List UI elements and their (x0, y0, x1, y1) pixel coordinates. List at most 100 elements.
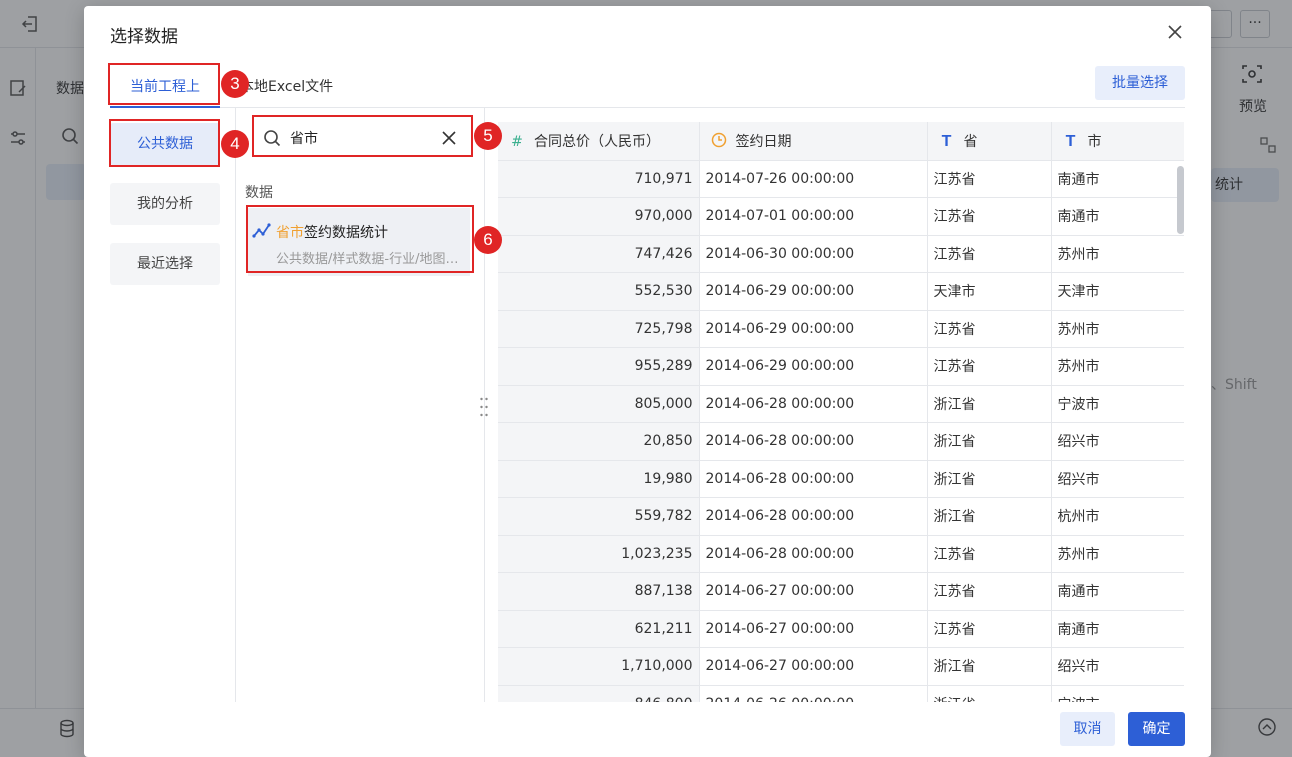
table-cell: 710,971 (498, 160, 700, 198)
table-row: 955,289 2014-06-29 00:00:00 江苏省 苏州市 (498, 347, 1184, 386)
table-row: 19,980 2014-06-28 00:00:00 浙江省 绍兴市 (498, 460, 1184, 498)
annotation-marker-4: 4 (221, 130, 249, 158)
search-result-item[interactable]: 省市签约数据统计 公共数据/样式数据-行业/地图数据 (248, 208, 470, 276)
table-cell: 2014-07-26 00:00:00 (699, 160, 928, 198)
table-row: 1,710,000 2014-06-27 00:00:00 浙江省 绍兴市 (498, 647, 1184, 686)
table-cell: 南通市 (1051, 610, 1184, 648)
column-label: 签约日期 (735, 133, 792, 150)
column-label: 省 (963, 133, 978, 150)
table-row: 710,971 2014-07-26 00:00:00 江苏省 南通市 (498, 160, 1184, 198)
table-row: 747,426 2014-06-30 00:00:00 江苏省 苏州市 (498, 235, 1184, 273)
table-cell: 747,426 (498, 235, 700, 273)
table-cell: 天津市 (927, 272, 1052, 311)
table-cell: 宁波市 (1051, 385, 1184, 423)
column-header-sign-date[interactable]: 签约日期 (699, 122, 928, 161)
table-cell: 559,782 (498, 497, 700, 536)
table-cell: 江苏省 (927, 197, 1052, 236)
table-cell: 805,000 (498, 385, 700, 423)
table-header-row: # 合同总价（人民币） 签约日期 T省 T市 (498, 122, 1184, 161)
confirm-button[interactable]: 确定 (1128, 712, 1185, 746)
table-cell: 江苏省 (927, 235, 1052, 273)
data-section-label: 数据 (245, 185, 273, 201)
line-chart-icon (252, 222, 272, 240)
table-cell: 887,138 (498, 572, 700, 611)
tab-current-project[interactable]: 当前工程上 (130, 76, 200, 96)
table-cell: 苏州市 (1051, 235, 1184, 273)
table-cell: 江苏省 (927, 160, 1052, 198)
table-row: 846,8002014-06-26 00:00:00浙江省宁波市 (498, 685, 1184, 702)
table-cell: 苏州市 (1051, 535, 1184, 573)
table-cell: 苏州市 (1051, 310, 1184, 348)
search-box (254, 118, 470, 158)
table-cell: 2014-06-28 00:00:00 (699, 385, 928, 423)
table-row: 725,798 2014-06-29 00:00:00 江苏省 苏州市 (498, 310, 1184, 348)
table-row: 1,023,235 2014-06-28 00:00:00 江苏省 苏州市 (498, 535, 1184, 573)
column-header-contract-price[interactable]: # 合同总价（人民币） (498, 122, 700, 161)
table-cell: 970,000 (498, 197, 700, 236)
table-cell: 南通市 (1051, 197, 1184, 236)
table-cell: 江苏省 (927, 347, 1052, 386)
table-cell: 2014-06-27 00:00:00 (699, 647, 928, 686)
source-tabs: 当前工程上 本地Excel文件 (110, 66, 1185, 108)
table-cell: 2014-06-29 00:00:00 (699, 347, 928, 386)
table-cell: 2014-06-28 00:00:00 (699, 497, 928, 536)
table-cell: 846,800 (498, 685, 700, 702)
table-cell: 2014-06-29 00:00:00 (699, 310, 928, 348)
table-row: 805,000 2014-06-28 00:00:00 浙江省 宁波市 (498, 385, 1184, 423)
data-preview-table[interactable]: # 合同总价（人民币） 签约日期 T省 T市 710,971 2014-07-26 … (498, 122, 1184, 702)
text-type-icon: T (941, 132, 952, 150)
table-cell: 绍兴市 (1051, 422, 1184, 461)
close-icon[interactable] (1163, 20, 1187, 44)
table-cell: 浙江省 (927, 685, 1052, 702)
hash-icon: # (511, 133, 523, 150)
table-cell: 2014-06-30 00:00:00 (699, 235, 928, 273)
annotation-marker-6: 6 (474, 226, 502, 254)
dialog-header: 选择数据 (84, 6, 1211, 58)
table-cell: 绍兴市 (1051, 647, 1184, 686)
batch-select-button[interactable]: 批量选择 (1095, 66, 1185, 100)
table-row: 559,782 2014-06-28 00:00:00 浙江省 杭州市 (498, 497, 1184, 536)
table-cell: 苏州市 (1051, 347, 1184, 386)
table-row: 621,211 2014-06-27 00:00:00 江苏省 南通市 (498, 610, 1184, 648)
table-cell: 宁波市 (1051, 685, 1184, 702)
table-cell: 552,530 (498, 272, 700, 311)
table-cell: 2014-06-26 00:00:00 (699, 685, 928, 702)
table-cell: 621,211 (498, 610, 700, 648)
table-cell: 2014-06-27 00:00:00 (699, 572, 928, 611)
table-cell: 杭州市 (1051, 497, 1184, 536)
search-input[interactable] (290, 127, 430, 149)
result-path: 公共数据/样式数据-行业/地图数据 (276, 252, 462, 267)
clear-search-icon[interactable] (440, 129, 458, 147)
text-type-icon: T (1065, 132, 1076, 150)
cancel-button[interactable]: 取消 (1060, 712, 1115, 746)
category-my-analysis[interactable]: 我的分析 (110, 183, 220, 225)
table-cell: 1,710,000 (498, 647, 700, 686)
table-cell: 2014-06-29 00:00:00 (699, 272, 928, 311)
table-cell: 浙江省 (927, 497, 1052, 536)
table-row: 887,138 2014-06-27 00:00:00 江苏省 南通市 (498, 572, 1184, 611)
table-cell: 浙江省 (927, 385, 1052, 423)
table-cell: 2014-06-28 00:00:00 (699, 422, 928, 461)
table-scrollbar[interactable] (1177, 166, 1184, 234)
table-row: 552,530 2014-06-29 00:00:00 天津市 天津市 (498, 272, 1184, 311)
table-cell: 江苏省 (927, 572, 1052, 611)
category-public-data[interactable]: 公共数据 (110, 123, 220, 165)
column-header-province[interactable]: T省 (927, 122, 1052, 161)
annotation-marker-3: 3 (221, 70, 249, 98)
table-cell: 2014-06-28 00:00:00 (699, 535, 928, 573)
table-cell: 南通市 (1051, 572, 1184, 611)
drag-handle-icon[interactable] (479, 396, 489, 418)
tab-local-excel[interactable]: 本地Excel文件 (240, 76, 333, 96)
table-cell: 天津市 (1051, 272, 1184, 311)
clock-icon (710, 132, 728, 150)
result-title-rest: 签约数据统计 (304, 225, 388, 241)
table-body: 710,971 2014-07-26 00:00:00 江苏省 南通市 970,000 2… (498, 160, 1184, 702)
table-row: 20,850 2014-06-28 00:00:00 浙江省 绍兴市 (498, 422, 1184, 461)
category-recent[interactable]: 最近选择 (110, 243, 220, 285)
column-label: 市 (1087, 133, 1102, 150)
table-cell: 江苏省 (927, 310, 1052, 348)
table-cell: 浙江省 (927, 422, 1052, 461)
table-cell: 江苏省 (927, 535, 1052, 573)
column-header-city[interactable]: T市 (1051, 122, 1184, 161)
table-cell: 江苏省 (927, 610, 1052, 648)
